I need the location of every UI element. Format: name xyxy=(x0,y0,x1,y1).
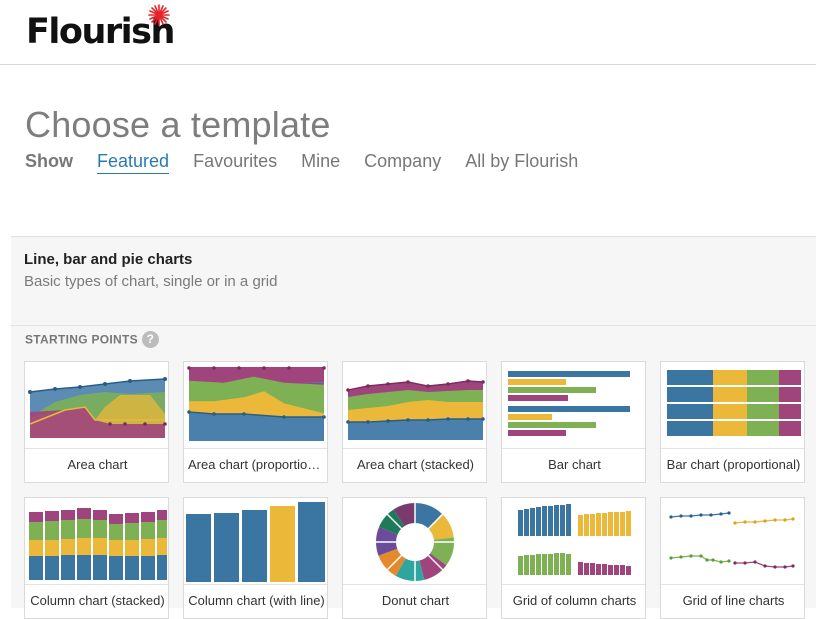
help-icon[interactable]: ? xyxy=(141,331,159,348)
template-label: Grid of line charts xyxy=(682,593,785,608)
bar-chart-thumbnail xyxy=(502,362,645,449)
template-card-bar-chart[interactable]: Bar chart xyxy=(501,361,646,483)
nav-company[interactable]: Company xyxy=(364,151,441,172)
template-card-bar-chart-proportional[interactable]: Bar chart (proportional) xyxy=(660,361,805,483)
template-card-area-chart-stacked[interactable]: Area chart (stacked) xyxy=(342,361,487,483)
template-card-area-chart[interactable]: Area chart xyxy=(24,361,169,483)
logo-starburst-icon xyxy=(148,4,170,26)
column-with-line-thumbnail xyxy=(184,498,327,585)
template-label: Bar chart xyxy=(548,457,601,472)
nav-mine[interactable]: Mine xyxy=(301,151,340,172)
starting-points-label: STARTING POINTS xyxy=(25,332,138,347)
template-card-column-chart-with-line[interactable]: Column chart (with line) xyxy=(183,497,328,619)
section-header: Line, bar and pie charts Basic types of … xyxy=(24,251,277,290)
template-label: Column chart (with line) xyxy=(188,593,325,608)
nav-featured[interactable]: Featured xyxy=(97,151,170,174)
template-label: Column chart (stacked) xyxy=(30,593,165,608)
template-card-column-chart-stacked[interactable]: Column chart (stacked) xyxy=(24,497,169,619)
grid-columns-thumbnail xyxy=(502,498,645,585)
page-title: Choose a template xyxy=(25,104,331,145)
donut-chart-thumbnail xyxy=(343,498,486,585)
template-label: Area chart (stacked) xyxy=(356,457,475,472)
nav-all-by-flourish[interactable]: All by Flourish xyxy=(465,151,578,172)
template-label: Grid of column charts xyxy=(512,593,637,608)
grid-lines-thumbnail xyxy=(661,498,804,585)
template-label: Bar chart (proportional) xyxy=(666,457,801,472)
bar-proportional-thumbnail xyxy=(661,362,804,449)
template-label: Area chart xyxy=(67,457,128,472)
top-bar: Flourish xyxy=(0,0,816,65)
flourish-logo[interactable]: Flourish xyxy=(26,4,175,54)
area-stacked-thumbnail xyxy=(343,362,486,449)
area-chart-thumbnail xyxy=(25,362,168,449)
column-stacked-thumbnail xyxy=(25,498,168,585)
template-section: Line, bar and pie charts Basic types of … xyxy=(11,236,816,619)
nav-favourites[interactable]: Favourites xyxy=(193,151,277,172)
template-label: Area chart (proportional) xyxy=(188,457,328,472)
section-title: Line, bar and pie charts xyxy=(24,251,193,268)
divider xyxy=(11,325,816,326)
template-card-grid-of-column-charts[interactable]: Grid of column charts xyxy=(501,497,646,619)
area-proportional-thumbnail xyxy=(184,362,327,449)
show-label: Show xyxy=(25,151,73,171)
template-card-area-chart-proportional[interactable]: Area chart (proportional) xyxy=(183,361,328,483)
template-card-grid-of-line-charts[interactable]: Grid of line charts xyxy=(660,497,805,619)
starting-points-heading: STARTING POINTS? xyxy=(25,331,159,349)
template-label: Donut chart xyxy=(381,593,450,608)
filter-nav: Show Featured Favourites Mine Company Al… xyxy=(25,151,597,174)
section-description: Basic types of chart, single or in a gri… xyxy=(24,273,278,290)
template-card-donut-chart[interactable]: Donut chart xyxy=(342,497,487,619)
